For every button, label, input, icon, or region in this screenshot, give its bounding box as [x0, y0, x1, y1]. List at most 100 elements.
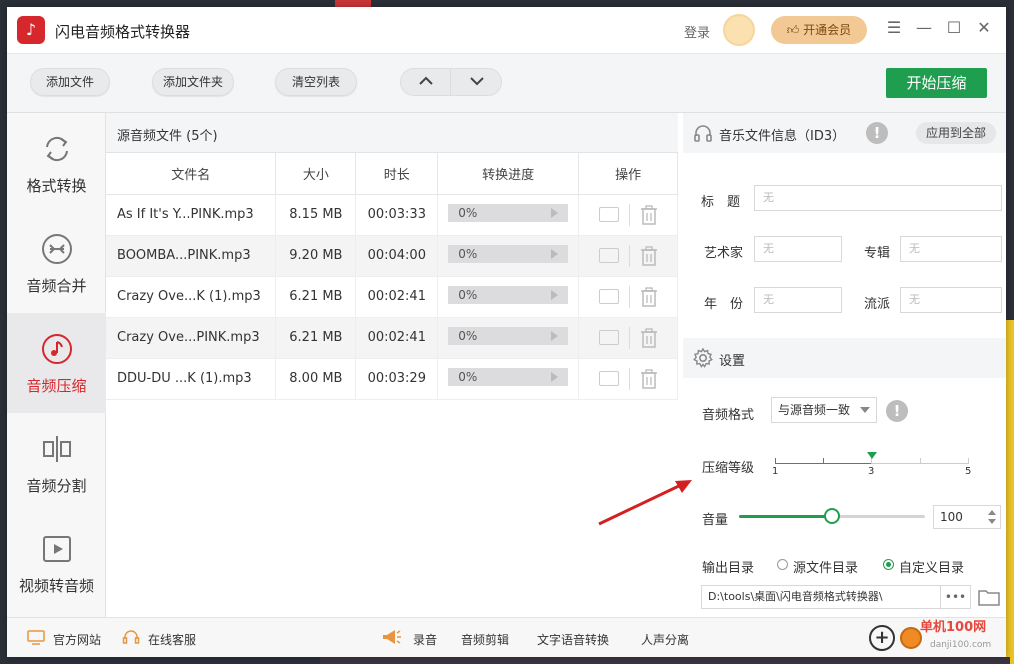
open-folder-icon[interactable]	[598, 371, 619, 386]
tts-link[interactable]: 文字语音转换	[537, 631, 609, 648]
play-icon[interactable]	[551, 289, 559, 300]
compression-level-label: 压缩等级	[702, 461, 755, 476]
play-icon[interactable]	[551, 248, 559, 259]
spin-down-icon[interactable]	[988, 519, 996, 524]
table-row[interactable]: As If It's Y...PINK.mp3 8.15 MB 00:03:33 0%	[106, 194, 678, 236]
plus-icon[interactable]: +	[869, 625, 895, 651]
avatar[interactable]	[723, 14, 755, 46]
trash-icon[interactable]	[640, 286, 658, 307]
sidebar-item-video-to-audio[interactable]: 视频转音频	[7, 513, 106, 613]
volume-input[interactable]: 100	[933, 505, 1001, 529]
radio-custom-dir[interactable]	[883, 559, 894, 570]
table-row[interactable]: DDU-DU ...K (1).mp3 8.00 MB 00:03:29 0%	[106, 358, 678, 400]
spin-up-icon[interactable]	[988, 510, 996, 515]
output-dir-label: 输出目录	[702, 561, 755, 576]
sidebar: 格式转换 音频合并 音频压缩 音频分割 视频转音频	[7, 113, 106, 617]
monitor-icon	[27, 630, 45, 645]
audio-edit-link[interactable]: 音频剪辑	[461, 631, 509, 648]
video-icon	[43, 536, 71, 562]
website-link[interactable]: 官方网站	[53, 631, 101, 648]
sidebar-item-audio-compress[interactable]: 音频压缩	[7, 313, 106, 413]
radio-source-dir-label[interactable]: 源文件目录	[793, 557, 858, 576]
open-folder-icon[interactable]	[598, 248, 619, 263]
add-folder-button[interactable]: 添加文件夹	[152, 68, 234, 96]
play-icon[interactable]	[551, 330, 559, 341]
move-up-button[interactable]	[401, 69, 451, 95]
table-row[interactable]: Crazy Ove...PINK.mp3 6.21 MB 00:02:41 0%	[106, 317, 678, 359]
open-folder-icon[interactable]	[598, 289, 619, 304]
trash-icon[interactable]	[640, 204, 658, 225]
music-note-icon	[42, 334, 72, 364]
settings-section-header: 设置	[683, 338, 1006, 378]
progress-cell: 0%	[437, 358, 580, 400]
actions-cell	[578, 276, 678, 318]
sidebar-item-audio-merge[interactable]: 音频合并	[7, 213, 106, 313]
open-folder-icon[interactable]	[598, 330, 619, 345]
file-duration-cell: 00:02:41	[355, 317, 439, 359]
headphones-icon	[694, 125, 712, 142]
progress-bar: 0%	[448, 244, 569, 263]
trash-icon[interactable]	[640, 327, 658, 348]
trash-icon[interactable]	[640, 368, 658, 389]
title-field[interactable]: 无	[754, 185, 1002, 211]
start-compress-button[interactable]: 开始压缩	[886, 68, 987, 98]
play-icon[interactable]	[551, 207, 559, 218]
divider	[628, 285, 630, 308]
album-field[interactable]: 无	[900, 236, 1002, 262]
trash-icon[interactable]	[640, 245, 658, 266]
progress-bar: 0%	[448, 367, 569, 386]
play-icon[interactable]	[551, 371, 559, 382]
artist-field[interactable]: 无	[754, 236, 842, 262]
login-link[interactable]: 登录	[684, 22, 710, 41]
progress-cell: 0%	[437, 276, 580, 318]
chevron-up-icon	[418, 76, 433, 85]
menu-icon[interactable]: ☰	[884, 18, 904, 38]
refresh-icon	[46, 136, 68, 162]
app-window: ♪ 闪电音频格式转换器 登录 👍︎ 开通会员 ☰ — ☐ ✕ 添加文件 添加文件…	[7, 7, 1006, 657]
volume-slider-fill	[739, 515, 832, 518]
format-label: 音频格式	[702, 408, 755, 423]
watermark-logo: 单机100网	[920, 620, 987, 635]
move-down-button[interactable]	[452, 69, 502, 95]
table-row[interactable]: BOOMBA...PINK.mp3 9.20 MB 00:04:00 0%	[106, 235, 678, 277]
output-path-field[interactable]: D:\tools\桌面\闪电音频格式转换器\ •••	[701, 585, 971, 609]
file-size-cell: 6.21 MB	[275, 276, 357, 318]
volume-slider[interactable]	[739, 508, 925, 524]
background-strip-bottom	[320, 657, 1010, 664]
sidebar-item-format-convert[interactable]: 格式转换	[7, 113, 106, 213]
volume-value: 100	[940, 510, 963, 524]
megaphone-icon	[383, 630, 401, 644]
folder-icon[interactable]	[977, 587, 1001, 607]
table-row[interactable]: Crazy Ove...K (1).mp3 6.21 MB 00:02:41 0%	[106, 276, 678, 318]
volume-slider-knob[interactable]	[824, 508, 840, 524]
file-list-panel: 源音频文件 (5个) 文件名 大小 时长 转换进度 操作 As If It's …	[106, 113, 678, 617]
clear-list-button[interactable]: 清空列表	[275, 68, 357, 96]
vocal-separation-link[interactable]: 人声分离	[641, 631, 689, 648]
actions-cell	[578, 317, 678, 359]
compression-level-marker[interactable]	[867, 452, 877, 459]
sidebar-item-label: 音频合并	[26, 277, 87, 295]
record-link[interactable]: 录音	[413, 631, 437, 648]
add-file-button[interactable]: 添加文件	[30, 68, 110, 96]
close-button[interactable]: ✕	[974, 18, 994, 38]
sidebar-item-label: 格式转换	[26, 177, 87, 195]
year-field[interactable]: 无	[754, 287, 842, 313]
minimize-button[interactable]: —	[914, 18, 934, 38]
maximize-button[interactable]: ☐	[944, 18, 964, 38]
format-info-icon[interactable]: !	[886, 400, 908, 422]
file-size-cell: 9.20 MB	[275, 235, 357, 277]
album-label: 专辑	[864, 246, 891, 261]
browse-dots-button[interactable]: •••	[940, 586, 970, 608]
file-size-cell: 8.00 MB	[275, 358, 357, 400]
radio-custom-dir-label[interactable]: 自定义目录	[899, 557, 964, 576]
genre-field[interactable]: 无	[900, 287, 1002, 313]
radio-source-dir[interactable]	[777, 559, 788, 570]
apply-all-button[interactable]: 应用到全部	[916, 122, 996, 144]
file-duration-cell: 00:04:00	[355, 235, 439, 277]
vip-button[interactable]: 👍︎ 开通会员	[771, 16, 867, 44]
open-folder-icon[interactable]	[598, 207, 619, 222]
info-icon[interactable]: !	[866, 122, 888, 144]
sidebar-item-audio-split[interactable]: 音频分割	[7, 413, 106, 513]
format-select[interactable]: 与源音频一致	[771, 397, 877, 423]
support-link[interactable]: 在线客服	[148, 631, 196, 648]
